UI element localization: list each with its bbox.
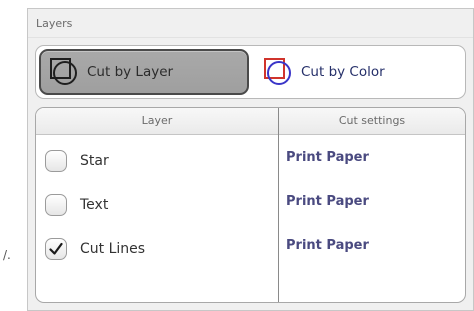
table-header: Layer Cut settings — [36, 108, 465, 135]
table-row: Star Print Paper — [36, 144, 465, 178]
layer-name: Star — [80, 153, 109, 169]
stray-text: /. — [3, 248, 11, 262]
layer-visibility-checkbox[interactable] — [45, 238, 67, 260]
title-divider — [28, 37, 473, 38]
cut-by-layer-label: Cut by Layer — [87, 64, 174, 80]
layer-visibility-checkbox[interactable] — [45, 150, 67, 172]
column-header-cut-settings: Cut settings — [338, 114, 406, 127]
table-row: Cut Lines Print Paper — [36, 232, 465, 266]
layer-name: Text — [80, 197, 109, 213]
table-row: Text Print Paper — [36, 188, 465, 222]
color-shapes-icon — [264, 58, 291, 85]
cut-by-color-label: Cut by Color — [301, 64, 385, 80]
cut-setting-link[interactable]: Print Paper — [286, 188, 369, 216]
layers-icon — [50, 58, 77, 85]
checkmark-icon — [49, 242, 63, 255]
panel-title: Layers — [36, 17, 73, 30]
layers-table: Layer Cut settings Star Print Paper Text… — [35, 107, 466, 303]
cut-by-color-button[interactable]: Cut by Color — [254, 49, 462, 95]
cut-setting-link[interactable]: Print Paper — [286, 232, 369, 260]
layer-name: Cut Lines — [80, 241, 146, 257]
cut-by-layer-button[interactable]: Cut by Layer — [39, 49, 249, 95]
cut-setting-link[interactable]: Print Paper — [286, 144, 369, 172]
layers-panel: Layers Cut by Layer Cut by Color Layer C… — [27, 8, 474, 311]
cut-mode-selector: Cut by Layer Cut by Color — [35, 45, 466, 99]
column-header-layer: Layer — [141, 114, 173, 127]
layer-visibility-checkbox[interactable] — [45, 194, 67, 216]
